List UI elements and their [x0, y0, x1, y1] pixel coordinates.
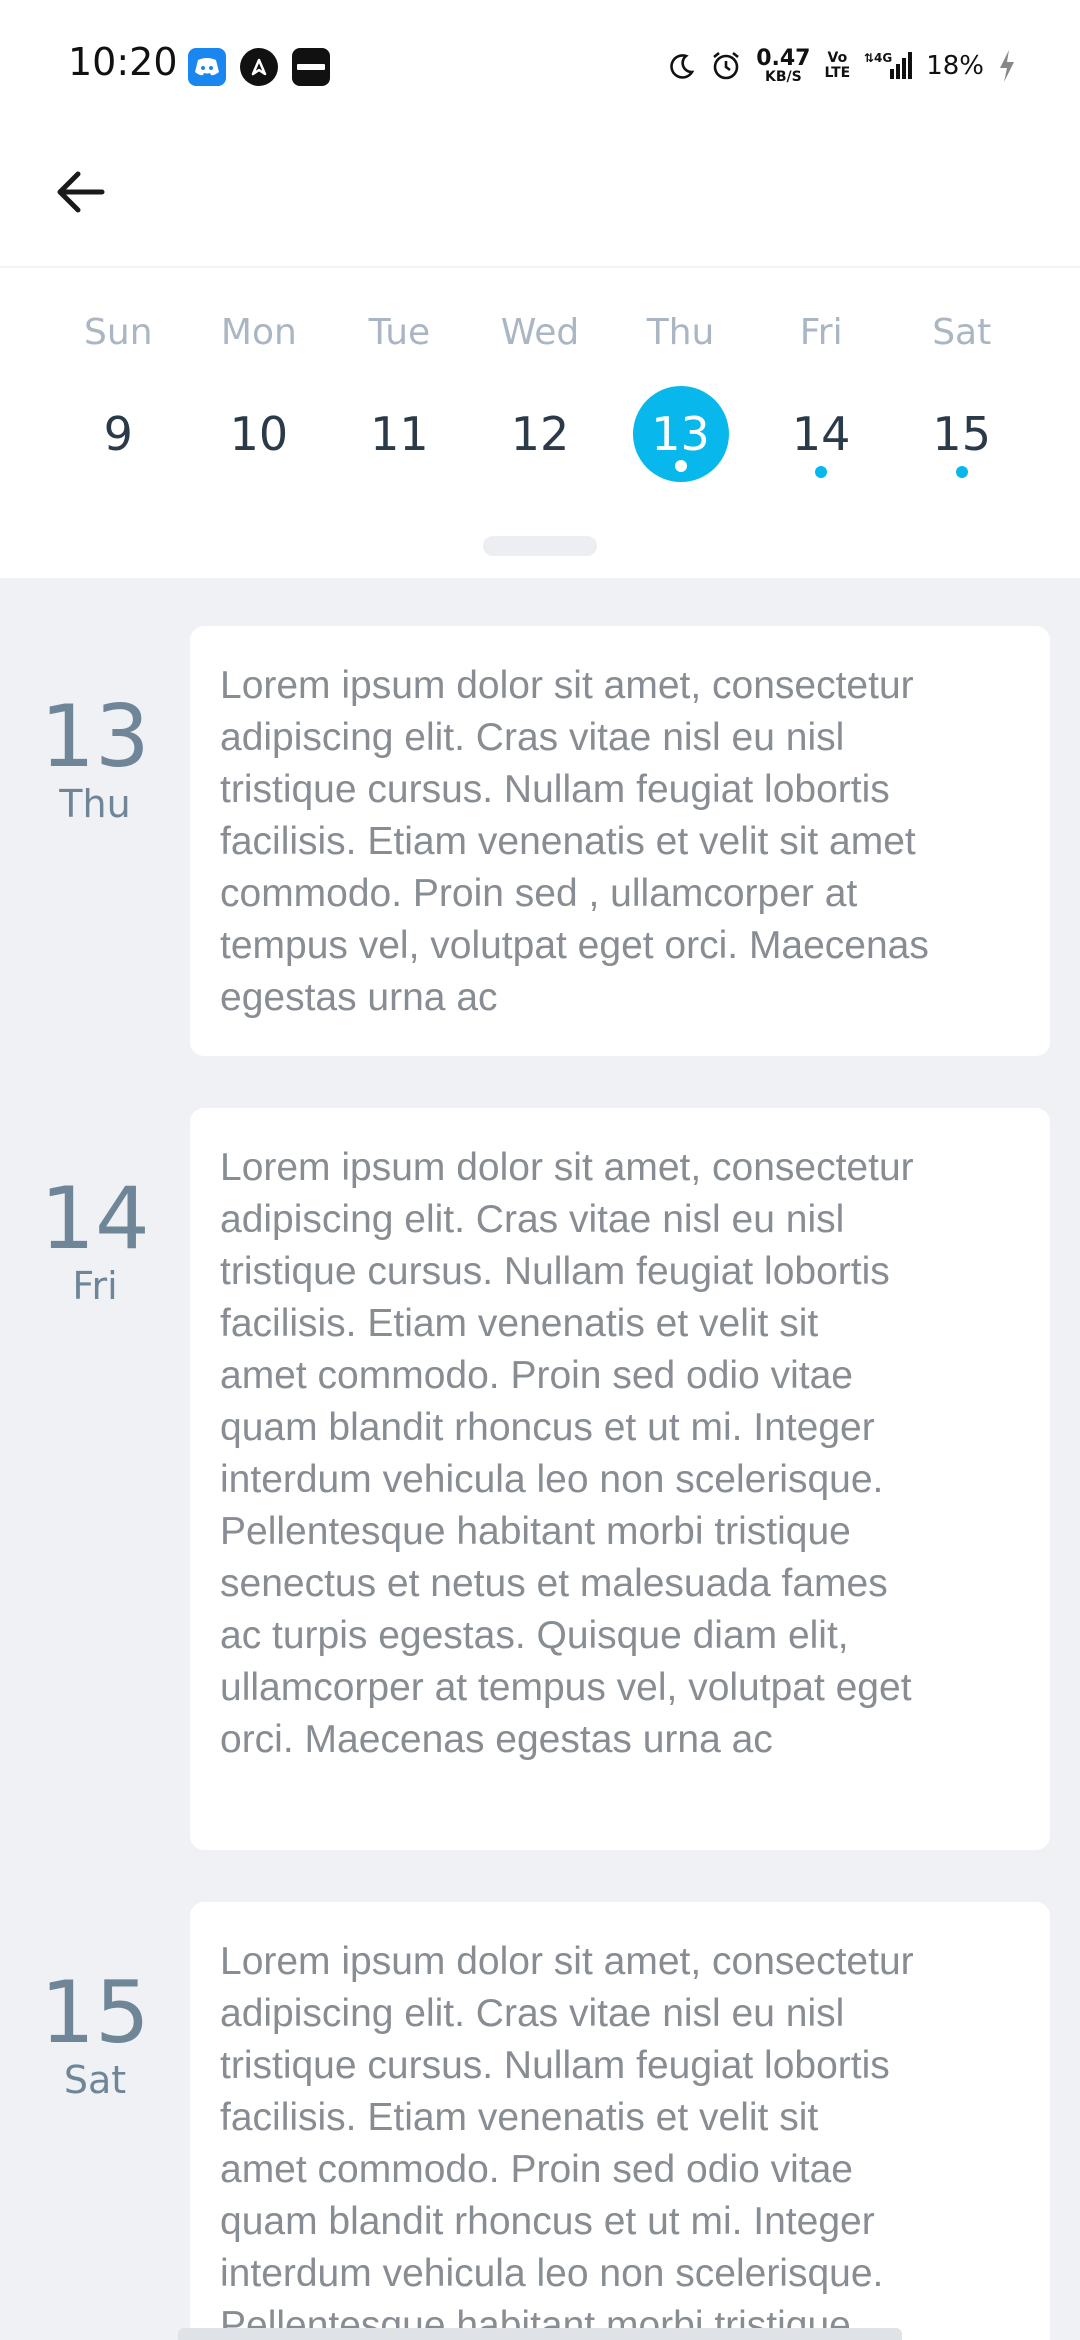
day-number: 14 — [791, 407, 851, 461]
day-column-tue: Tue 11 — [329, 308, 470, 482]
paytm-icon — [292, 48, 330, 86]
event-description: Lorem ipsum dolor sit amet, consectetur … — [220, 1940, 914, 2340]
week-days: Sun 9 Mon 10 Tue 11 Wed 12 Thu 13 Fri 14… — [48, 308, 1032, 482]
event-card[interactable]: Lorem ipsum dolor sit amet, consectetur … — [190, 1902, 1050, 2340]
day-number: 9 — [103, 407, 133, 461]
day-name: Sun — [84, 312, 153, 353]
status-bar: 10:20 0.47 KB/S Vo LTE ⇅4G 18% — [0, 0, 1080, 130]
day-cell-15[interactable]: 15 — [914, 386, 1010, 482]
day-cell-13-selected[interactable]: 13 — [632, 386, 729, 482]
day-number: 11 — [370, 407, 429, 461]
alarm-icon — [710, 50, 742, 82]
day-number: 13 — [651, 407, 710, 461]
day-column-thu: Thu 13 — [610, 308, 751, 482]
agenda-date-number: 13 — [40, 687, 150, 787]
agenda-date-day: Sat — [63, 2058, 127, 2102]
day-cell-14[interactable]: 14 — [773, 386, 869, 482]
day-cell-11[interactable]: 11 — [351, 386, 447, 482]
day-number: 10 — [229, 407, 289, 461]
day-name: Wed — [500, 312, 580, 353]
event-dot — [955, 466, 968, 478]
week-strip: Sun 9 Mon 10 Tue 11 Wed 12 Thu 13 Fri 14… — [0, 266, 1080, 578]
event-description: Lorem ipsum dolor sit amet, consectetur … — [220, 1146, 914, 1761]
charging-icon — [998, 49, 1016, 83]
day-cell-10[interactable]: 10 — [211, 386, 307, 482]
navigation-icon — [240, 48, 278, 86]
event-description: Lorem ipsum dolor sit amet, consectetur … — [220, 664, 929, 1019]
status-time: 10:20 — [68, 40, 178, 84]
agenda-date-number: 14 — [40, 1169, 150, 1269]
home-indicator[interactable] — [178, 2328, 902, 2340]
calendar-screen: 10:20 0.47 KB/S Vo LTE ⇅4G 18% Sun 9 Mon… — [0, 0, 1080, 2340]
arrow-left-icon — [57, 171, 105, 213]
status-icons: 0.47 KB/S Vo LTE ⇅4G 18% — [654, 44, 1016, 88]
agenda-date: 14 Fri — [0, 1176, 190, 1308]
app-bar — [0, 130, 1080, 266]
agenda-date-day: Fri — [72, 1264, 118, 1308]
day-number: 12 — [510, 407, 570, 461]
event-dot — [674, 460, 687, 472]
moon-icon — [668, 52, 696, 80]
day-column-fri: Fri 14 — [751, 308, 892, 482]
day-column-sun: Sun 9 — [48, 308, 189, 482]
day-name: Sat — [932, 312, 992, 353]
signal-icon: ⇅4G — [864, 51, 913, 81]
volte-indicator: Vo LTE — [824, 50, 851, 81]
day-cell-9[interactable]: 9 — [70, 386, 166, 482]
svg-text:⇅4G: ⇅4G — [864, 51, 892, 65]
agenda-date: 13 Thu — [0, 694, 190, 826]
back-button[interactable] — [40, 152, 120, 232]
battery-percent: 18% — [926, 51, 984, 81]
agenda-date-number: 15 — [40, 1963, 150, 2063]
day-name: Mon — [220, 312, 297, 353]
event-dot — [815, 466, 828, 478]
day-name: Fri — [799, 312, 843, 353]
day-column-wed: Wed 12 — [470, 308, 611, 482]
agenda-date-day: Thu — [59, 782, 131, 826]
day-column-sat: Sat 15 — [891, 308, 1032, 482]
event-card[interactable]: Lorem ipsum dolor sit amet, consectetur … — [190, 626, 1050, 1056]
event-card[interactable]: Lorem ipsum dolor sit amet, consectetur … — [190, 1108, 1050, 1850]
day-column-mon: Mon 10 — [189, 308, 330, 482]
day-cell-12[interactable]: 12 — [492, 386, 588, 482]
day-name: Tue — [368, 312, 431, 353]
network-speed: 0.47 KB/S — [756, 46, 811, 85]
day-number: 15 — [932, 407, 991, 461]
agenda-date: 15 Sat — [0, 1970, 190, 2102]
expand-drag-handle[interactable] — [483, 536, 597, 556]
day-name: Thu — [646, 312, 715, 353]
discord-icon — [188, 48, 226, 86]
